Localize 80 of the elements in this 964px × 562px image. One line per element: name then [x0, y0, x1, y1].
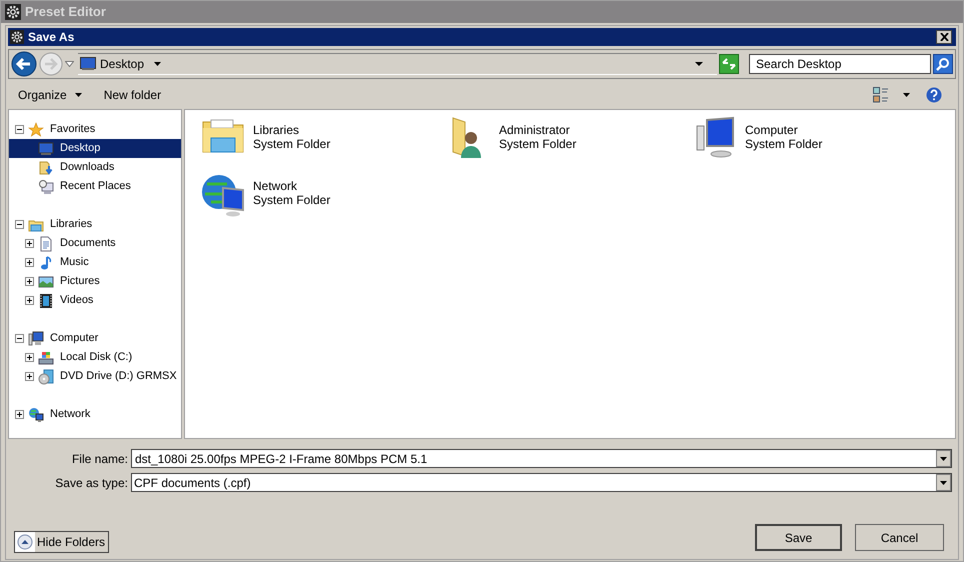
tree-item[interactable]: Network — [48, 405, 92, 424]
item-type: System Folder — [745, 137, 822, 151]
search-field[interactable]: Search Desktop — [749, 54, 931, 74]
tree-item[interactable]: Libraries — [48, 215, 94, 234]
expand-icon[interactable] — [25, 277, 34, 286]
monitor-icon — [80, 57, 96, 71]
caret-icon[interactable] — [154, 62, 162, 66]
video-icon — [38, 292, 54, 308]
expand-icon[interactable] — [25, 372, 34, 381]
item-name[interactable]: Administrator — [499, 123, 576, 137]
collapse-icon — [15, 532, 35, 552]
file-name-field[interactable]: dst_1080i 25.00fps MPEG-2 I-Frame 80Mbps PCM 5.1 — [131, 449, 952, 468]
close-icon — [940, 33, 948, 41]
field-label: Save as type: — [54, 474, 129, 492]
gear-icon — [5, 4, 21, 20]
dvd-icon — [38, 368, 54, 384]
file-type-value: CPF documents (.cpf) — [134, 474, 252, 492]
expand-icon[interactable] — [25, 239, 34, 248]
search-icon — [936, 57, 950, 71]
caret-icon — [940, 456, 947, 460]
field-label: File name: — [70, 450, 129, 468]
new-folder-button[interactable]: New folder — [102, 86, 164, 104]
view-options-icon[interactable] — [873, 87, 889, 103]
cancel-button[interactable]: Cancel — [855, 524, 944, 551]
back-icon[interactable] — [11, 51, 37, 77]
dropdown-button[interactable] — [936, 474, 951, 491]
caret-icon[interactable] — [695, 62, 703, 66]
item-name[interactable]: Network — [253, 179, 330, 193]
search-button[interactable] — [933, 54, 953, 74]
item-type: System Folder — [499, 137, 576, 151]
item-name[interactable]: Libraries — [253, 123, 330, 137]
expand-icon[interactable] — [15, 410, 24, 419]
item-name[interactable]: Computer — [745, 123, 822, 137]
gear-icon — [10, 30, 24, 44]
search-placeholder: Search Desktop — [756, 56, 842, 73]
dialog-title: Save As — [28, 29, 76, 46]
pic-icon — [38, 274, 54, 290]
monitor-icon — [38, 140, 54, 156]
address-text: Desktop — [100, 56, 144, 73]
item-type: System Folder — [253, 193, 330, 207]
expand-icon[interactable] — [25, 353, 34, 362]
network-icon[interactable] — [201, 172, 247, 218]
collapse-icon[interactable] — [15, 220, 24, 229]
computer-icon — [28, 330, 44, 346]
tree-item[interactable]: Computer — [48, 329, 100, 348]
caret-icon — [74, 93, 82, 97]
tree-item[interactable]: Favorites — [48, 120, 98, 139]
file-name-value: dst_1080i 25.00fps MPEG-2 I-Frame 80Mbps PCM 5.1 — [135, 450, 428, 468]
expand-icon[interactable] — [25, 258, 34, 267]
dropdown-button[interactable] — [936, 450, 951, 467]
tree-item[interactable]: Recent Places — [58, 177, 133, 196]
window-title: Preset Editor — [25, 3, 106, 22]
caret-icon — [940, 480, 947, 484]
organize-menu[interactable]: Organize — [16, 86, 84, 104]
item-type: System Folder — [253, 137, 330, 151]
expand-icon[interactable] — [25, 296, 34, 305]
doc-icon — [38, 236, 54, 252]
star-icon — [28, 122, 44, 138]
tree-item[interactable]: Downloads — [58, 158, 116, 177]
tree-item[interactable]: Videos — [58, 291, 96, 310]
tree-item[interactable]: Documents — [58, 234, 118, 253]
close-button[interactable] — [936, 30, 952, 44]
recent-icon — [38, 178, 54, 194]
download-icon — [38, 160, 54, 176]
network-icon — [28, 406, 44, 422]
tree-item[interactable]: Music — [58, 253, 91, 272]
help-icon[interactable] — [926, 87, 942, 103]
caret-icon[interactable] — [903, 93, 910, 97]
address-field[interactable]: Desktop — [78, 53, 717, 75]
hide-folders-button[interactable]: Hide Folders — [14, 531, 110, 553]
file-type-dropdown[interactable]: CPF documents (.cpf) — [131, 473, 952, 492]
disk-icon — [38, 350, 54, 366]
tree-item[interactable]: Pictures — [58, 272, 102, 291]
refresh-icon[interactable] — [719, 54, 739, 74]
tree-item[interactable]: Local Disk (C:) — [58, 348, 134, 367]
save-button[interactable]: Save — [755, 524, 842, 551]
tree-item[interactable]: DVD Drive (D:) GRMSX — [58, 367, 179, 386]
collapse-icon[interactable] — [15, 125, 24, 134]
collapse-icon[interactable] — [15, 334, 24, 343]
music-icon — [38, 254, 54, 270]
